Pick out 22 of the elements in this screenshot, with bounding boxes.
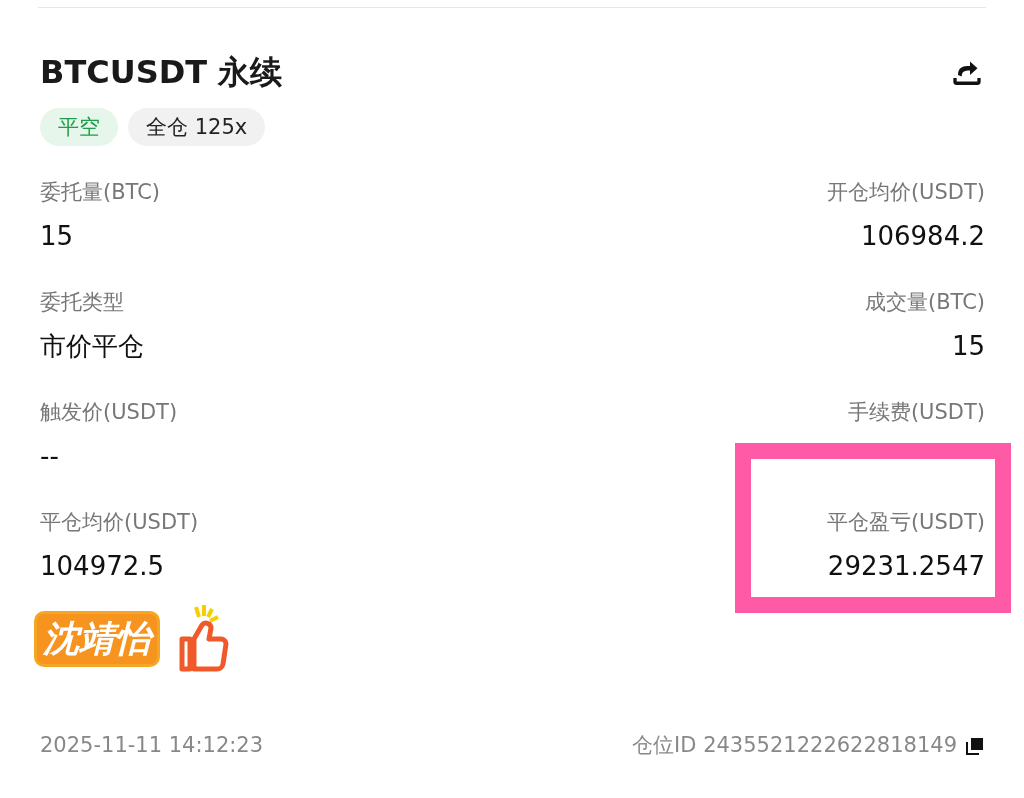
position-id: 仓位ID 2435521222622818149 — [632, 732, 957, 759]
field-label: 触发价(USDT) — [40, 399, 178, 426]
field-label: 开仓均价(USDT) — [826, 179, 985, 206]
field-value: 15 — [951, 330, 985, 363]
timestamp: 2025-11-11 14:12:23 — [40, 732, 264, 759]
field-label: 委托量(BTC) — [40, 179, 161, 206]
field-label: 委托类型 — [40, 289, 124, 316]
tag: 全仓 125x — [128, 108, 266, 146]
sticker-label: 沈靖怡 — [34, 611, 160, 667]
contract-title: BTCUSDT 永续 — [40, 52, 283, 93]
field-value: 29231.2547 — [827, 550, 985, 583]
field-value: -- — [40, 440, 59, 473]
field-value: 104972.5 — [40, 550, 165, 583]
tag: 平空 — [40, 108, 118, 146]
field-label: 成交量(BTC) — [864, 289, 985, 316]
field-value: 106984.2 — [860, 220, 985, 253]
copy-icon[interactable] — [965, 735, 985, 756]
field-label: 平仓均价(USDT) — [40, 509, 199, 536]
field-label: 平仓盈亏(USDT) — [826, 509, 985, 536]
field-value: 15 — [40, 220, 74, 253]
field-value: 市价平仓 — [40, 330, 144, 363]
field-label: 手续费(USDT) — [847, 399, 985, 426]
